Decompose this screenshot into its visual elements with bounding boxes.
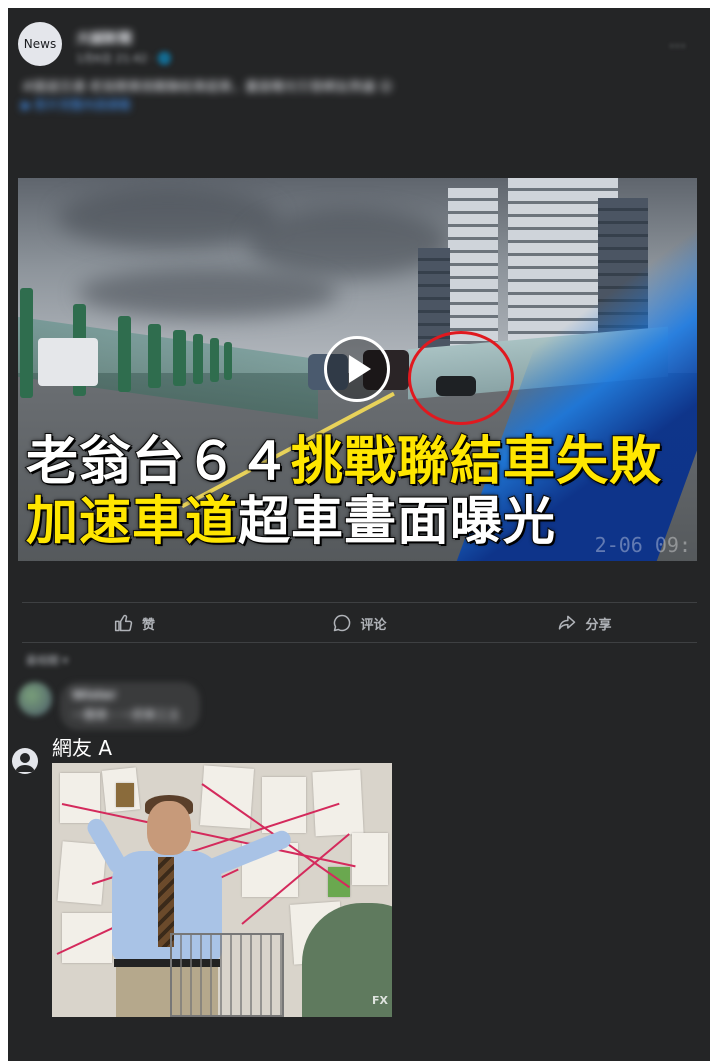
user-avatar-icon[interactable] — [12, 748, 38, 774]
video-headline-line1: 老翁台６４挑戰聯結車失敗 — [25, 435, 662, 489]
wall-post — [148, 324, 161, 388]
post-caption-link[interactable]: ▶ 影片完整內容請看 — [22, 96, 131, 113]
comment-sort[interactable]: 最相關 ▾ — [26, 652, 68, 668]
page-name[interactable]: 大誠新聞 — [76, 28, 132, 48]
thumbs-up-icon — [114, 614, 133, 632]
image-watermark: FX — [372, 994, 388, 1007]
like-button[interactable]: 赞 — [22, 608, 247, 638]
wall-post — [20, 288, 33, 398]
cloud — [58, 188, 278, 248]
comment-icon — [334, 614, 351, 632]
man-head — [147, 801, 191, 855]
cloud — [78, 268, 338, 318]
wall-post — [193, 334, 203, 384]
paper-note — [60, 773, 100, 823]
post-meta: 1月6日 21:42 · 🌐 — [76, 52, 172, 65]
comment-button[interactable]: 评论 — [247, 608, 472, 638]
divider — [22, 642, 697, 643]
post-caption: #國道交通 老翁開車挑戰聯結車超車，畫面曝光引發網友熱議 😮 — [22, 80, 393, 95]
truck — [38, 338, 98, 386]
like-label: 赞 — [141, 617, 155, 633]
wall-post — [224, 342, 232, 380]
video-timestamp: 2-06 09: — [594, 533, 691, 557]
commenter-name[interactable]: Wister — [72, 688, 116, 702]
action-bar: 赞 评论 分享 — [22, 608, 697, 638]
page-avatar[interactable]: News — [18, 22, 62, 66]
video-player[interactable]: 老翁台６４挑戰聯結車失敗 加速車道超車畫面曝光 2-06 09: — [18, 178, 697, 561]
video-headline-line2: 加速車道超車畫面曝光 — [25, 495, 556, 549]
reply-user-name[interactable]: 網友 A — [52, 732, 112, 761]
more-options-icon[interactable]: ··· — [669, 36, 686, 57]
highlight-circle — [408, 331, 514, 425]
headline-white: 超車畫面曝光 — [237, 492, 557, 552]
photo-note — [328, 867, 350, 897]
wall-post — [173, 330, 186, 386]
play-icon — [349, 355, 371, 383]
paper-note — [199, 765, 255, 829]
headline-yellow: 加速車道 — [25, 492, 239, 552]
building — [448, 188, 498, 348]
commenter-avatar[interactable] — [18, 682, 52, 716]
paper-note — [352, 833, 388, 885]
share-label: 分享 — [585, 617, 612, 633]
divider — [22, 602, 697, 603]
wall-post — [210, 338, 219, 382]
mail-cart — [170, 933, 284, 1017]
photo-note — [116, 783, 134, 807]
wall-post — [118, 316, 131, 392]
comment-image[interactable]: FX — [52, 763, 392, 1017]
share-icon — [559, 615, 576, 630]
play-button[interactable] — [324, 336, 390, 402]
headline-white: 老翁台６４ — [25, 432, 292, 492]
headline-yellow: 挑戰聯結車失敗 — [290, 432, 663, 492]
comment-label: 评论 — [360, 617, 387, 633]
share-button[interactable]: 分享 — [472, 608, 697, 638]
comment-text: 一顆車・一把車工主 — [72, 708, 181, 722]
